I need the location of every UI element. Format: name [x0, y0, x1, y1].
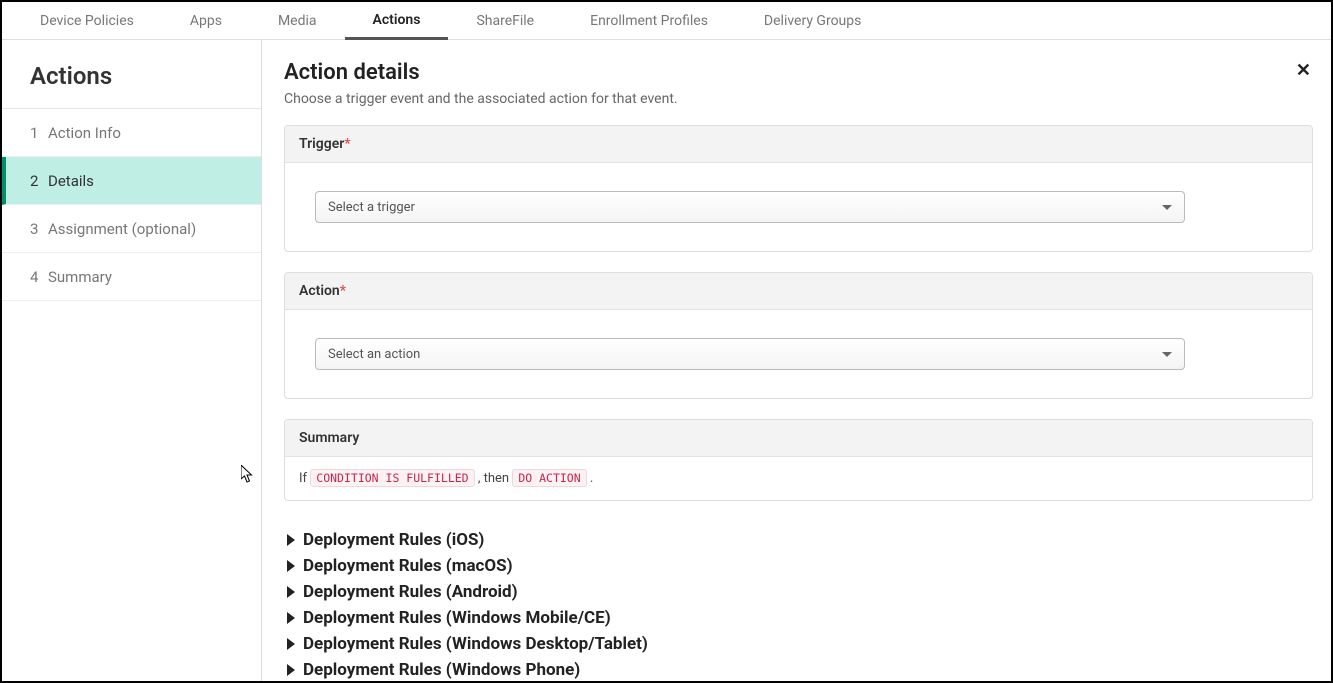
- triangle-right-icon: [287, 534, 295, 546]
- rule-label: Deployment Rules (Windows Phone): [303, 660, 580, 680]
- triangle-right-icon: [287, 664, 295, 676]
- action-panel: Action* Select an action: [284, 272, 1313, 399]
- rule-label: Deployment Rules (iOS): [303, 530, 484, 550]
- top-tabs: Device Policies Apps Media Actions Share…: [2, 2, 1331, 40]
- step-number: 3: [30, 220, 48, 238]
- step-label: Action Info: [48, 124, 121, 142]
- step-number: 4: [30, 268, 48, 286]
- trigger-panel: Trigger* Select a trigger: [284, 125, 1313, 252]
- action-select[interactable]: Select an action: [315, 338, 1185, 370]
- wizard-sidebar: Actions 1 Action Info 2 Details 3 Assign…: [2, 40, 262, 681]
- close-button[interactable]: ✕: [1296, 60, 1311, 81]
- trigger-panel-header: Trigger*: [285, 126, 1312, 163]
- deployment-rule-windows-desktop[interactable]: Deployment Rules (Windows Desktop/Tablet…: [284, 631, 1313, 657]
- rule-label: Deployment Rules (Android): [303, 582, 518, 602]
- summary-suffix: .: [590, 471, 593, 486]
- step-summary[interactable]: 4 Summary: [2, 253, 261, 301]
- rule-label: Deployment Rules (Windows Mobile/CE): [303, 608, 611, 628]
- deployment-rule-windows-phone[interactable]: Deployment Rules (Windows Phone): [284, 657, 1313, 681]
- chevron-down-icon: [1162, 352, 1172, 357]
- main-content: ✕ Action details Choose a trigger event …: [262, 40, 1331, 681]
- summary-panel: Summary If CONDITION IS FULFILLED , then…: [284, 419, 1313, 501]
- step-number: 2: [30, 172, 48, 190]
- page-title: Action details: [284, 60, 1313, 85]
- action-header-label: Action: [299, 283, 340, 299]
- summary-condition-code: CONDITION IS FULFILLED: [310, 469, 474, 487]
- chevron-down-icon: [1162, 205, 1172, 210]
- step-label: Summary: [48, 268, 112, 286]
- tab-media[interactable]: Media: [250, 2, 345, 40]
- tab-delivery-groups[interactable]: Delivery Groups: [736, 2, 889, 40]
- tab-device-policies[interactable]: Device Policies: [12, 2, 162, 40]
- tab-enrollment-profiles[interactable]: Enrollment Profiles: [562, 2, 736, 40]
- action-panel-header: Action*: [285, 273, 1312, 310]
- triangle-right-icon: [287, 586, 295, 598]
- tab-sharefile[interactable]: ShareFile: [448, 2, 562, 40]
- triangle-right-icon: [287, 638, 295, 650]
- trigger-select-placeholder: Select a trigger: [328, 200, 415, 215]
- tab-apps[interactable]: Apps: [162, 2, 250, 40]
- required-marker: *: [344, 136, 350, 152]
- required-marker: *: [340, 283, 346, 299]
- action-select-placeholder: Select an action: [328, 347, 420, 362]
- summary-middle: , then: [478, 471, 513, 486]
- step-number: 1: [30, 124, 48, 142]
- sidebar-title: Actions: [2, 58, 261, 109]
- summary-body: If CONDITION IS FULFILLED , then DO ACTI…: [285, 457, 1312, 500]
- step-label: Assignment (optional): [48, 220, 196, 238]
- step-label: Details: [48, 172, 94, 190]
- deployment-rules-list: Deployment Rules (iOS) Deployment Rules …: [284, 527, 1313, 681]
- rule-label: Deployment Rules (Windows Desktop/Tablet…: [303, 634, 648, 654]
- tab-actions[interactable]: Actions: [345, 2, 449, 40]
- triangle-right-icon: [287, 612, 295, 624]
- page-subtitle: Choose a trigger event and the associate…: [284, 91, 1313, 107]
- summary-prefix: If: [299, 471, 310, 486]
- step-assignment[interactable]: 3 Assignment (optional): [2, 205, 261, 253]
- trigger-select[interactable]: Select a trigger: [315, 191, 1185, 223]
- summary-action-code: DO ACTION: [512, 469, 586, 487]
- deployment-rule-windows-mobile[interactable]: Deployment Rules (Windows Mobile/CE): [284, 605, 1313, 631]
- deployment-rule-android[interactable]: Deployment Rules (Android): [284, 579, 1313, 605]
- trigger-header-label: Trigger: [299, 136, 344, 152]
- triangle-right-icon: [287, 560, 295, 572]
- step-details[interactable]: 2 Details: [2, 157, 261, 205]
- step-action-info[interactable]: 1 Action Info: [2, 109, 261, 157]
- deployment-rule-macos[interactable]: Deployment Rules (macOS): [284, 553, 1313, 579]
- rule-label: Deployment Rules (macOS): [303, 556, 513, 576]
- summary-panel-header: Summary: [285, 420, 1312, 457]
- deployment-rule-ios[interactable]: Deployment Rules (iOS): [284, 527, 1313, 553]
